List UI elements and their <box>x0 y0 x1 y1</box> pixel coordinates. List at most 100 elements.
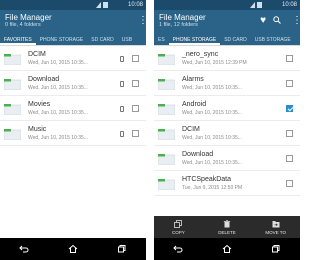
folder-icon <box>4 54 21 65</box>
item-date: Wed, Jun 10, 2015 10:35... <box>28 85 88 91</box>
list-item[interactable]: Music Wed, Jun 10, 2015 10:35... <box>0 121 146 146</box>
item-checkbox[interactable] <box>286 155 293 162</box>
phone-storage-icon <box>120 81 124 87</box>
item-date: Wed, Jun 10, 2015 10:35... <box>182 160 242 166</box>
folder-icon <box>4 129 21 140</box>
tab-usb-storage[interactable]: USB STORAGE <box>251 35 295 45</box>
delete-button[interactable]: DELETE <box>203 216 252 238</box>
tab-usb[interactable]: USB <box>118 35 136 45</box>
phone-screen-phone-storage: 10:08 File Manager 1 file, 12 folders ♥ … <box>154 0 300 260</box>
item-checkbox[interactable] <box>286 55 293 62</box>
tab-bar: FAVORITES PHONE STORAGE SD CARD USB <box>0 35 146 46</box>
item-checkbox[interactable] <box>132 130 139 137</box>
back-icon[interactable] <box>173 244 183 254</box>
item-name: Music <box>28 126 47 133</box>
list-item[interactable]: Download Wed, Jun 10, 2015 10:35... <box>0 71 146 96</box>
phone-storage-icon <box>120 56 124 62</box>
selection-action-bar: COPY DELETE MOVE TO <box>154 216 300 238</box>
tab-bar: ES PHONE STORAGE SD CARD USB STORAGE <box>154 35 300 46</box>
item-name: Download <box>28 76 60 83</box>
favorite-heart-icon[interactable]: ♥ <box>260 15 266 26</box>
status-time: 10:08 <box>127 2 143 8</box>
item-checkbox[interactable] <box>286 130 293 137</box>
status-time: 10:08 <box>281 2 297 8</box>
move-to-button[interactable]: MOVE TO <box>251 216 300 238</box>
status-icons <box>96 2 108 8</box>
folder-icon <box>158 54 175 65</box>
app-bar: File Manager 0 file, 4 folders ⋮ <box>0 10 146 35</box>
list-item[interactable]: DCIM Wed, Jun 10, 2015 10:35... <box>154 121 300 146</box>
phone-screen-favorites: 10:08 File Manager 0 file, 4 folders ⋮ F… <box>0 0 146 260</box>
folder-icon <box>158 154 175 165</box>
list-item[interactable]: Download Wed, Jun 10, 2015 10:35... <box>154 146 300 171</box>
list-item[interactable]: HTCSpeakData Tue, Jun 9, 2015 12:50 PM <box>154 171 300 196</box>
item-name: Download <box>182 151 214 158</box>
status-bar: 10:08 <box>0 0 146 10</box>
back-icon[interactable] <box>19 244 29 254</box>
item-checkbox[interactable] <box>286 80 293 87</box>
folder-icon <box>158 79 175 90</box>
tab-favorites[interactable]: ES <box>154 35 169 45</box>
recent-apps-icon[interactable] <box>271 244 281 254</box>
copy-label: COPY <box>171 230 185 235</box>
list-item[interactable]: _nero_sync Wed, Jun 10, 2015 12:39 PM <box>154 46 300 71</box>
list-item[interactable]: Movies Wed, Jun 10, 2015 10:35... <box>0 96 146 121</box>
status-bar: 10:08 <box>154 0 300 10</box>
item-checkbox[interactable] <box>132 105 139 112</box>
system-nav-bar <box>154 238 300 260</box>
tab-favorites[interactable]: FAVORITES <box>0 35 36 45</box>
item-date: Wed, Jun 10, 2015 10:35... <box>28 135 88 141</box>
home-icon[interactable] <box>68 244 78 254</box>
tab-phone-storage[interactable]: PHONE STORAGE <box>168 35 221 45</box>
app-subtitle: 0 file, 4 folders <box>5 22 41 28</box>
move-folder-icon <box>272 221 280 228</box>
item-name: Movies <box>28 101 51 108</box>
copy-button[interactable]: COPY <box>154 216 203 238</box>
folder-icon <box>4 79 21 90</box>
folder-icon <box>158 104 175 115</box>
tab-sd-card[interactable]: SD CARD <box>220 35 251 45</box>
app-bar: File Manager 1 file, 12 folders ♥ ⋮ <box>154 10 300 35</box>
folder-icon <box>158 179 175 190</box>
item-checkbox[interactable] <box>286 180 293 187</box>
list-item[interactable]: Alarms Wed, Jun 10, 2015 10:35... <box>154 71 300 96</box>
item-checkbox-checked[interactable] <box>286 105 293 112</box>
item-checkbox[interactable] <box>132 80 139 87</box>
file-list: _nero_sync Wed, Jun 10, 2015 12:39 PM Al… <box>154 46 300 196</box>
tab-phone-storage[interactable]: PHONE STORAGE <box>36 35 88 45</box>
phone-storage-icon <box>120 131 124 137</box>
item-checkbox[interactable] <box>132 55 139 62</box>
list-item[interactable]: DCIM Wed, Jun 10, 2015 10:35... <box>0 46 146 71</box>
item-date: Wed, Jun 10, 2015 10:35... <box>182 110 242 116</box>
item-date: Wed, Jun 10, 2015 10:35... <box>182 135 242 141</box>
list-item[interactable]: Android Wed, Jun 10, 2015 10:35... <box>154 96 300 121</box>
item-name: _nero_sync <box>182 51 219 58</box>
system-nav-bar <box>0 238 146 260</box>
copy-icon <box>174 220 183 228</box>
recent-apps-icon[interactable] <box>117 244 127 254</box>
status-icons <box>250 2 262 8</box>
trash-icon <box>223 220 231 228</box>
item-date: Wed, Jun 10, 2015 10:35... <box>28 110 88 116</box>
item-date: Wed, Jun 10, 2015 10:35... <box>28 60 88 66</box>
move-to-label: MOVE TO <box>265 230 286 235</box>
phone-storage-icon <box>120 106 124 112</box>
search-icon[interactable] <box>273 16 281 24</box>
item-date: Wed, Jun 10, 2015 10:35... <box>182 85 242 91</box>
overflow-menu-icon[interactable]: ⋮ <box>292 16 300 26</box>
file-list: DCIM Wed, Jun 10, 2015 10:35... Download… <box>0 46 146 146</box>
overflow-menu-icon[interactable]: ⋮ <box>138 16 146 26</box>
item-name: HTCSpeakData <box>182 176 232 183</box>
item-name: Android <box>182 101 207 108</box>
item-date: Tue, Jun 9, 2015 12:50 PM <box>182 185 243 191</box>
app-title: File Manager <box>5 13 52 22</box>
folder-icon <box>4 104 21 115</box>
item-name: DCIM <box>182 126 200 133</box>
delete-label: DELETE <box>218 230 236 235</box>
tab-sd-card[interactable]: SD CARD <box>87 35 118 45</box>
folder-icon <box>158 129 175 140</box>
item-date: Wed, Jun 10, 2015 12:39 PM <box>182 60 247 66</box>
item-name: Alarms <box>182 76 204 83</box>
item-name: DCIM <box>28 51 46 58</box>
home-icon[interactable] <box>222 244 232 254</box>
